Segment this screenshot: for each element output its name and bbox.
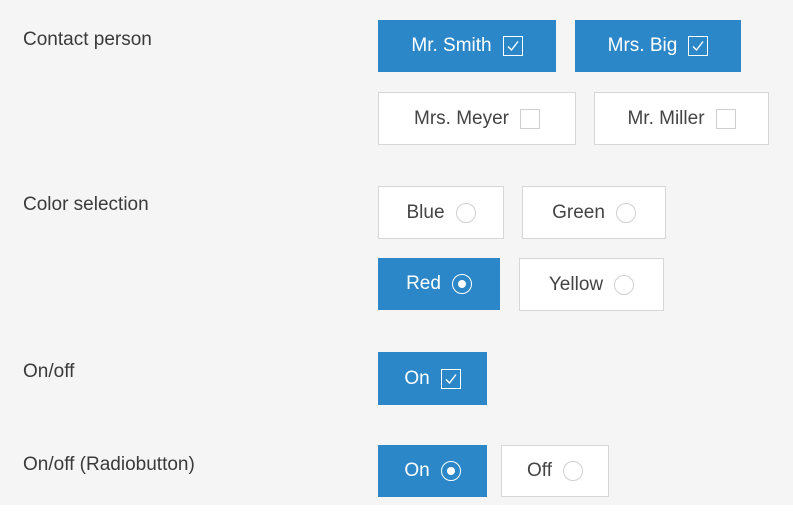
on-off-radio-off[interactable]: Off xyxy=(501,445,609,497)
on-off-radio-label: On/off (Radiobutton) xyxy=(23,454,195,475)
color-selection-label: Color selection xyxy=(23,194,149,215)
contact-person-label: Contact person xyxy=(23,29,152,50)
color-option-blue[interactable]: Blue xyxy=(378,186,504,239)
option-label: On xyxy=(404,460,430,481)
color-option-red[interactable]: Red xyxy=(378,258,500,310)
option-label: Blue xyxy=(406,201,445,223)
form-panel: Contact person Mr. Smith Mrs. Big Mrs. M… xyxy=(0,0,793,505)
radio-selected-icon xyxy=(440,461,461,481)
on-off-toggle[interactable]: On xyxy=(378,352,487,405)
radio-unselected-icon xyxy=(615,202,636,223)
option-label: Green xyxy=(552,201,605,223)
checkbox-checked-icon xyxy=(440,368,461,389)
option-label: Off xyxy=(527,460,552,481)
checkbox-checked-icon xyxy=(688,36,709,56)
option-label: Mr. Miller xyxy=(627,107,705,129)
contact-option-mrs-big[interactable]: Mrs. Big xyxy=(575,20,741,72)
checkbox-unchecked-icon xyxy=(520,108,540,129)
radio-unselected-icon xyxy=(455,202,476,223)
color-option-yellow[interactable]: Yellow xyxy=(519,258,664,311)
color-option-green[interactable]: Green xyxy=(522,186,666,239)
on-off-radio-on[interactable]: On xyxy=(378,445,487,497)
option-label: Mrs. Big xyxy=(607,35,678,56)
option-label: Yellow xyxy=(548,273,604,295)
option-label: Red xyxy=(406,273,441,294)
on-off-label: On/off xyxy=(23,361,75,382)
contact-option-mrs-meyer[interactable]: Mrs. Meyer xyxy=(378,92,576,145)
option-label: Mrs. Meyer xyxy=(414,107,509,129)
option-label: Mr. Smith xyxy=(411,35,492,56)
contact-option-mr-smith[interactable]: Mr. Smith xyxy=(378,20,556,72)
checkbox-checked-icon xyxy=(502,36,523,56)
radio-selected-icon xyxy=(451,274,472,294)
checkbox-unchecked-icon xyxy=(715,108,736,129)
radio-unselected-icon xyxy=(614,274,635,295)
toggle-label: On xyxy=(404,367,430,389)
contact-option-mr-miller[interactable]: Mr. Miller xyxy=(594,92,769,145)
radio-unselected-icon xyxy=(563,461,583,481)
